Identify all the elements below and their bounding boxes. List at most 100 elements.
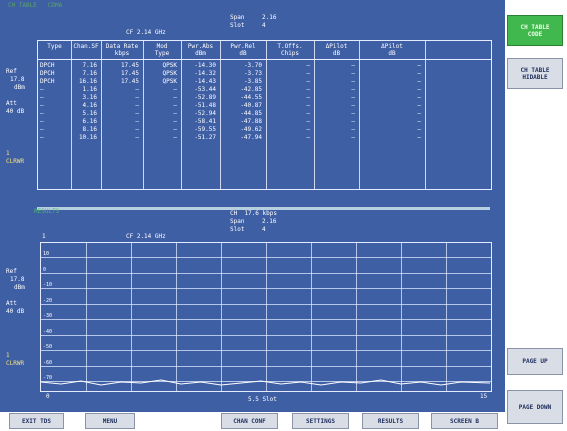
settings-button[interactable]: SETTINGS [292,413,349,429]
table-cell: -47.94 [240,134,262,141]
table-cell: -42.85 [240,86,262,93]
table-column-header: Chan.SF [73,43,99,50]
table-cell: — [417,94,421,101]
lower-att-label: Att [6,300,17,307]
table-cell: — [351,102,355,109]
table-cell: — [306,102,310,109]
chan-conf-button[interactable]: CHAN CONF [221,413,278,429]
table-column-header: ΔPilot dB [325,43,348,57]
table-cell: -58.41 [194,118,216,125]
slot-power-plot: 10 0 -10 -20 -30 -40 -50 -60 -70 [40,242,492,392]
table-cell: — [40,94,44,101]
table-cell: -14.30 [194,62,216,69]
x-axis-start: 0 [46,393,50,400]
power-trace [41,379,491,386]
results-button[interactable]: RESULTS [362,413,419,429]
table-cell: -53.44 [194,86,216,93]
table-cell: — [417,86,421,93]
lower-marker-tag: 1 [42,233,46,240]
table-cell: — [306,134,310,141]
table-cell: 8.16 [82,126,97,133]
table-column-header: Pwr.Abs dBm [187,43,214,57]
page-down-button[interactable]: PAGE DOWN [507,390,563,424]
lower-panel-tag: RESULTS [34,208,60,215]
table-cell: — [351,70,355,77]
table-cell: — [40,110,44,117]
table-cell: — [306,110,310,117]
lower-marker-value: CLRWR [6,360,25,367]
table-cell: 7.16 [82,70,97,77]
marker-value: CLRWR [6,158,25,165]
table-cell: — [351,134,355,141]
table-cell: — [417,62,421,69]
table-cell: — [173,126,177,133]
table-cell: — [351,118,355,125]
slot-label: Slot [230,22,245,29]
table-cell: — [135,118,139,125]
table-cell: DPCH [40,70,55,77]
table-cell: — [417,78,421,85]
ref-unit: dBm [14,84,25,91]
table-cell: — [351,126,355,133]
table-cell: — [40,118,44,125]
table-cell: QPSK [162,78,177,85]
table-cell: — [417,70,421,77]
table-cell: 16.16 [78,78,97,85]
table-cell: — [417,126,421,133]
table-cell: — [135,102,139,109]
table-cell: QPSK [162,62,177,69]
screen-b-button[interactable]: SCREEN B [431,413,498,429]
table-cell: — [173,118,177,125]
table-cell: -49.62 [240,126,262,133]
table-column-header: Mod Type [154,43,170,57]
table-cell: -44.55 [240,94,262,101]
table-cell: 6.16 [82,118,97,125]
table-cell: — [173,134,177,141]
menu-button[interactable]: MENU [85,413,135,429]
table-cell: 4.16 [82,102,97,109]
table-cell: — [351,86,355,93]
table-cell: -14.43 [194,78,216,85]
analyzer-screen: CH TABLE CDMA Span 2.16 Slot 4 CF 2.14 G… [0,0,505,412]
table-cell: DPCH [40,78,55,85]
ref-label: Ref [6,68,17,75]
table-cell: -44.85 [240,110,262,117]
table-cell: — [135,86,139,93]
ch-table-hidable-button[interactable]: CH TABLE HIDABLE [507,58,563,89]
lower-center-frequency: CF 2.14 GHz [126,233,166,240]
table-column-header: Type [47,43,62,50]
table-cell: — [306,118,310,125]
table-cell: -47.88 [240,118,262,125]
table-cell: -14.32 [194,70,216,77]
table-cell: — [351,62,355,69]
table-cell: QPSK [162,70,177,77]
table-cell: -51.27 [194,134,216,141]
lower-marker-label: 1 [6,352,10,359]
lower-ref-value: 17.8 [10,276,25,283]
table-cell: -3.70 [243,62,262,69]
table-cell: — [135,126,139,133]
exit-tds-button[interactable]: EXIT TDS [9,413,64,429]
ch-table-code-button[interactable]: CH TABLE CODE [507,15,563,46]
table-cell: — [417,118,421,125]
table-cell: — [417,110,421,117]
table-cell: — [173,86,177,93]
table-cell: 17.45 [120,62,139,69]
table-cell: 7.16 [82,62,97,69]
marker-label: 1 [6,150,10,157]
table-cell: — [173,94,177,101]
lower-slot-label: Slot [230,226,245,233]
table-cell: — [40,126,44,133]
table-column-header: T.Offs. Chips [277,43,303,57]
table-cell: — [351,94,355,101]
table-cell: -3.85 [243,78,262,85]
table-cell: — [306,126,310,133]
page-up-button[interactable]: PAGE UP [507,348,563,375]
table-cell: — [173,110,177,117]
table-cell: — [351,110,355,117]
ref-value: 17.8 [10,76,25,83]
table-cell: 5.16 [82,110,97,117]
table-cell: -40.87 [240,102,262,109]
table-cell: 17.45 [120,70,139,77]
col-divider [425,41,426,189]
